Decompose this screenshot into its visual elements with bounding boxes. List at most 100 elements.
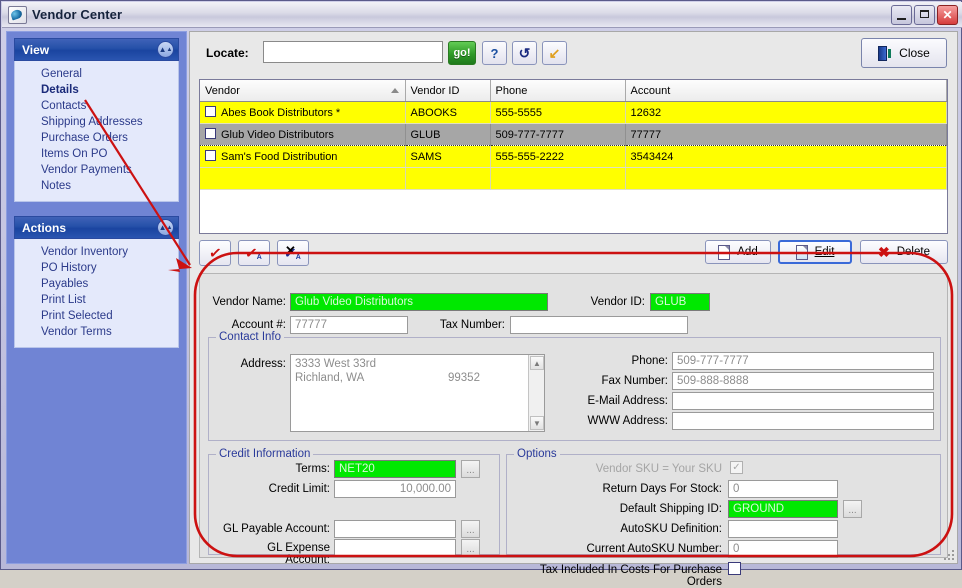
sidebar-item-vendor-payments[interactable]: Vendor Payments bbox=[15, 162, 178, 178]
default-shipping-lookup-button[interactable]: ... bbox=[843, 500, 862, 518]
sidebar-item-items-on-po[interactable]: Items On PO bbox=[15, 146, 178, 162]
sidebar-item-general[interactable]: General bbox=[15, 66, 178, 82]
table-header-row: Vendor Vendor ID Phone Account bbox=[200, 80, 947, 102]
phone-field[interactable]: 509-777-7777 bbox=[672, 352, 934, 370]
default-shipping-label: Default Shipping ID: bbox=[619, 503, 722, 515]
email-field[interactable] bbox=[672, 392, 934, 410]
row-checkbox[interactable] bbox=[205, 128, 216, 139]
chevron-up-icon[interactable]: ▲ ▲ bbox=[157, 219, 174, 236]
maximize-button[interactable] bbox=[914, 5, 935, 25]
locate-input[interactable] bbox=[263, 41, 443, 63]
cell-vendor-id: SAMS bbox=[405, 145, 491, 168]
minimize-button[interactable] bbox=[891, 5, 912, 25]
delete-button[interactable]: ✖ Delete bbox=[860, 240, 948, 264]
export-button[interactable]: ↙ bbox=[542, 41, 567, 65]
column-header-account[interactable]: Account bbox=[625, 80, 947, 102]
sidebar-item-po-history[interactable]: PO History bbox=[15, 260, 178, 276]
sidebar-item-details[interactable]: Details bbox=[15, 82, 178, 98]
sidebar-item-payables[interactable]: Payables bbox=[15, 276, 178, 292]
gl-payable-account-field[interactable] bbox=[334, 520, 456, 538]
vendor-sku-checkbox[interactable]: ✓ bbox=[730, 461, 743, 474]
table-row[interactable]: Glub Video Distributors GLUB 509-777-777… bbox=[200, 123, 947, 146]
address-zip: 99352 bbox=[448, 372, 480, 384]
edit-button-label: Edit bbox=[814, 246, 835, 258]
default-shipping-field[interactable]: GROUND bbox=[728, 500, 838, 518]
sidebar-panel-actions-header[interactable]: Actions ▲ ▲ bbox=[14, 216, 179, 239]
column-header-vendor-id[interactable]: Vendor ID bbox=[405, 80, 491, 102]
check-selected-button[interactable]: ✓ bbox=[199, 240, 231, 266]
address-scrollbar[interactable]: ▲ ▼ bbox=[528, 355, 544, 431]
sidebar-item-print-selected[interactable]: Print Selected bbox=[15, 308, 178, 324]
close-button[interactable]: Close bbox=[861, 38, 947, 68]
address-line-2: Richland, WA bbox=[295, 372, 365, 384]
close-button-label: Close bbox=[899, 46, 930, 60]
edit-button[interactable]: Edit bbox=[778, 240, 852, 264]
refresh-button[interactable]: ↺ bbox=[512, 41, 537, 65]
go-button[interactable]: go! bbox=[448, 41, 476, 65]
cell-vendor-id: GLUB bbox=[405, 123, 491, 146]
tax-number-field[interactable] bbox=[510, 316, 688, 334]
cell-vendor[interactable]: Sam's Food Distribution bbox=[200, 145, 406, 168]
row-checkbox[interactable] bbox=[205, 150, 216, 161]
gl-expense-account-field[interactable] bbox=[334, 539, 456, 557]
vendor-name-label: Vendor Name: bbox=[212, 296, 286, 308]
address-label: Address: bbox=[240, 358, 286, 370]
credit-limit-field[interactable]: 10,000.00 bbox=[334, 480, 456, 498]
terms-field[interactable]: NET20 bbox=[334, 460, 456, 478]
window-title: Vendor Center bbox=[32, 7, 123, 22]
sidebar-item-vendor-inventory[interactable]: Vendor Inventory bbox=[15, 244, 178, 260]
www-field[interactable] bbox=[672, 412, 934, 430]
tax-included-checkbox[interactable] bbox=[728, 562, 741, 575]
help-button[interactable]: ? bbox=[482, 41, 507, 65]
column-header-vendor[interactable]: Vendor bbox=[200, 80, 406, 102]
sidebar-item-contacts[interactable]: Contacts bbox=[15, 98, 178, 114]
chevron-up-icon[interactable]: ▲ ▲ bbox=[157, 41, 174, 58]
check-all-button[interactable]: ✓ A bbox=[238, 240, 270, 266]
app-logo-icon bbox=[8, 5, 27, 24]
sidebar-item-print-list[interactable]: Print List bbox=[15, 292, 178, 308]
return-days-label: Return Days For Stock: bbox=[602, 483, 722, 495]
row-checkbox[interactable] bbox=[205, 106, 216, 117]
add-button[interactable]: Add bbox=[705, 240, 771, 264]
refresh-icon: ↺ bbox=[518, 44, 531, 61]
cell-account: 12632 bbox=[625, 101, 947, 124]
scroll-up-icon[interactable]: ▲ bbox=[530, 356, 544, 370]
return-days-field[interactable]: 0 bbox=[728, 480, 838, 498]
account-number-field[interactable]: 77777 bbox=[290, 316, 408, 334]
sidebar-panel-actions: Actions ▲ ▲ Vendor Inventory PO History P… bbox=[14, 216, 179, 348]
vendor-name-field[interactable]: Glub Video Distributors bbox=[290, 293, 548, 311]
options-title: Options bbox=[514, 448, 560, 460]
current-autosku-field[interactable]: 0 bbox=[728, 540, 838, 558]
table-row[interactable]: Sam's Food Distribution SAMS 555-555-222… bbox=[200, 145, 947, 168]
gl-payable-lookup-button[interactable]: ... bbox=[461, 520, 480, 538]
window-controls: ✕ bbox=[891, 5, 958, 25]
vendor-grid[interactable]: Vendor Vendor ID Phone Account Abes Book… bbox=[199, 79, 948, 234]
sidebar-item-notes[interactable]: Notes bbox=[15, 178, 178, 194]
sidebar-item-shipping-addresses[interactable]: Shipping Addresses bbox=[15, 114, 178, 130]
current-autosku-label: Current AutoSKU Number: bbox=[586, 543, 722, 555]
fax-field[interactable]: 509-888-8888 bbox=[672, 372, 934, 390]
uncheck-all-button[interactable]: ✓ A ✕ bbox=[277, 240, 309, 266]
vendor-sku-label: Vendor SKU = Your SKU bbox=[595, 463, 722, 475]
autosku-definition-field[interactable] bbox=[728, 520, 838, 538]
scroll-down-icon[interactable]: ▼ bbox=[530, 416, 544, 430]
sidebar-item-purchase-orders[interactable]: Purchase Orders bbox=[15, 130, 178, 146]
column-header-phone[interactable]: Phone bbox=[490, 80, 626, 102]
account-number-label: Account #: bbox=[231, 319, 286, 331]
sidebar-panel-view-header[interactable]: View ▲ ▲ bbox=[14, 38, 179, 61]
vendor-id-field[interactable]: GLUB bbox=[650, 293, 710, 311]
terms-lookup-button[interactable]: ... bbox=[461, 460, 480, 478]
toolbar: Locate: go! ? ↺ ↙ Close bbox=[190, 32, 957, 76]
sidebar-item-vendor-terms[interactable]: Vendor Terms bbox=[15, 324, 178, 340]
tax-included-label: Tax Included In Costs For Purchase Order… bbox=[539, 564, 722, 588]
cell-vendor[interactable]: Glub Video Distributors bbox=[200, 123, 406, 146]
table-row[interactable]: Abes Book Distributors * ABOOKS 555-5555… bbox=[200, 101, 947, 124]
cell-vendor[interactable]: Abes Book Distributors * bbox=[200, 101, 406, 124]
delete-x-icon: ✖ bbox=[878, 244, 890, 260]
address-textarea[interactable]: 3333 West 33rd Richland, WA 99352 ▲ ▼ bbox=[290, 354, 545, 432]
resize-grip[interactable] bbox=[940, 546, 954, 560]
gl-expense-lookup-button[interactable]: ... bbox=[461, 539, 480, 557]
grid-actions: ✓ ✓ A ✓ A ✕ Add Edit ✖ Delete bbox=[199, 240, 948, 266]
sidebar-panel-view-title: View bbox=[22, 42, 50, 57]
close-window-button[interactable]: ✕ bbox=[937, 5, 958, 25]
